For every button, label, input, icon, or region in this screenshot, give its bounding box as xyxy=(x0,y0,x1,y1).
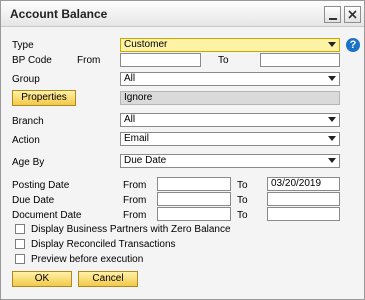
branch-select[interactable]: All xyxy=(120,113,340,127)
ok-button[interactable]: OK xyxy=(12,271,72,287)
doc-to-label: To xyxy=(237,210,248,221)
posting-date-from-input[interactable] xyxy=(157,177,231,191)
account-balance-window: Account Balance Type Customer ? BP Code … xyxy=(0,0,365,300)
branch-value: All xyxy=(124,114,136,125)
cancel-button[interactable]: Cancel xyxy=(78,271,138,287)
age-by-value: Due Date xyxy=(124,155,167,166)
posting-to-label: To xyxy=(237,180,248,191)
due-from-label: From xyxy=(123,195,147,206)
close-button[interactable] xyxy=(344,6,361,23)
age-by-label: Age By xyxy=(12,157,45,168)
bp-from-label: From xyxy=(77,55,101,66)
properties-value: Ignore xyxy=(120,91,340,105)
reconciled-label: Display Reconciled Transactions xyxy=(31,239,176,250)
minimize-button[interactable] xyxy=(324,6,341,23)
due-date-label: Due Date xyxy=(12,195,55,206)
group-select[interactable]: All xyxy=(120,72,340,86)
reconciled-checkbox[interactable] xyxy=(15,239,25,249)
doc-from-label: From xyxy=(123,210,147,221)
group-value: All xyxy=(124,73,136,84)
chevron-down-icon xyxy=(328,117,336,122)
window-title: Account Balance xyxy=(10,7,108,21)
properties-button[interactable]: Properties xyxy=(12,90,76,106)
chevron-down-icon xyxy=(328,158,336,163)
group-label: Group xyxy=(12,74,40,85)
title-bar[interactable]: Account Balance xyxy=(1,1,364,27)
type-label: Type xyxy=(12,40,34,51)
bp-code-from-input[interactable] xyxy=(120,53,201,67)
document-date-to-input[interactable] xyxy=(267,207,340,221)
branch-label: Branch xyxy=(12,116,44,127)
bp-code-label: BP Code xyxy=(12,55,52,66)
bp-to-label: To xyxy=(218,55,229,66)
close-icon xyxy=(348,10,357,19)
posting-date-to-input[interactable]: 03/20/2019 xyxy=(267,177,340,191)
zero-balance-checkbox[interactable] xyxy=(15,224,25,234)
action-value: Email xyxy=(124,133,150,144)
due-date-from-input[interactable] xyxy=(157,192,231,206)
chevron-down-icon xyxy=(328,136,336,141)
due-to-label: To xyxy=(237,195,248,206)
preview-checkbox[interactable] xyxy=(15,254,25,264)
action-label: Action xyxy=(12,135,40,146)
posting-date-label: Posting Date xyxy=(12,180,70,191)
action-select[interactable]: Email xyxy=(120,132,340,146)
posting-from-label: From xyxy=(123,180,147,191)
chevron-down-icon xyxy=(328,42,336,47)
chevron-down-icon xyxy=(328,76,336,81)
help-icon[interactable]: ? xyxy=(346,38,360,52)
type-value: Customer xyxy=(124,39,168,50)
preview-label: Preview before execution xyxy=(31,254,144,265)
due-date-to-input[interactable] xyxy=(267,192,340,206)
zero-balance-label: Display Business Partners with Zero Bala… xyxy=(31,224,231,235)
type-select[interactable]: Customer xyxy=(120,38,340,52)
age-by-select[interactable]: Due Date xyxy=(120,154,340,168)
document-date-label: Document Date xyxy=(12,210,82,221)
bp-code-to-input[interactable] xyxy=(260,53,340,67)
document-date-from-input[interactable] xyxy=(157,207,231,221)
